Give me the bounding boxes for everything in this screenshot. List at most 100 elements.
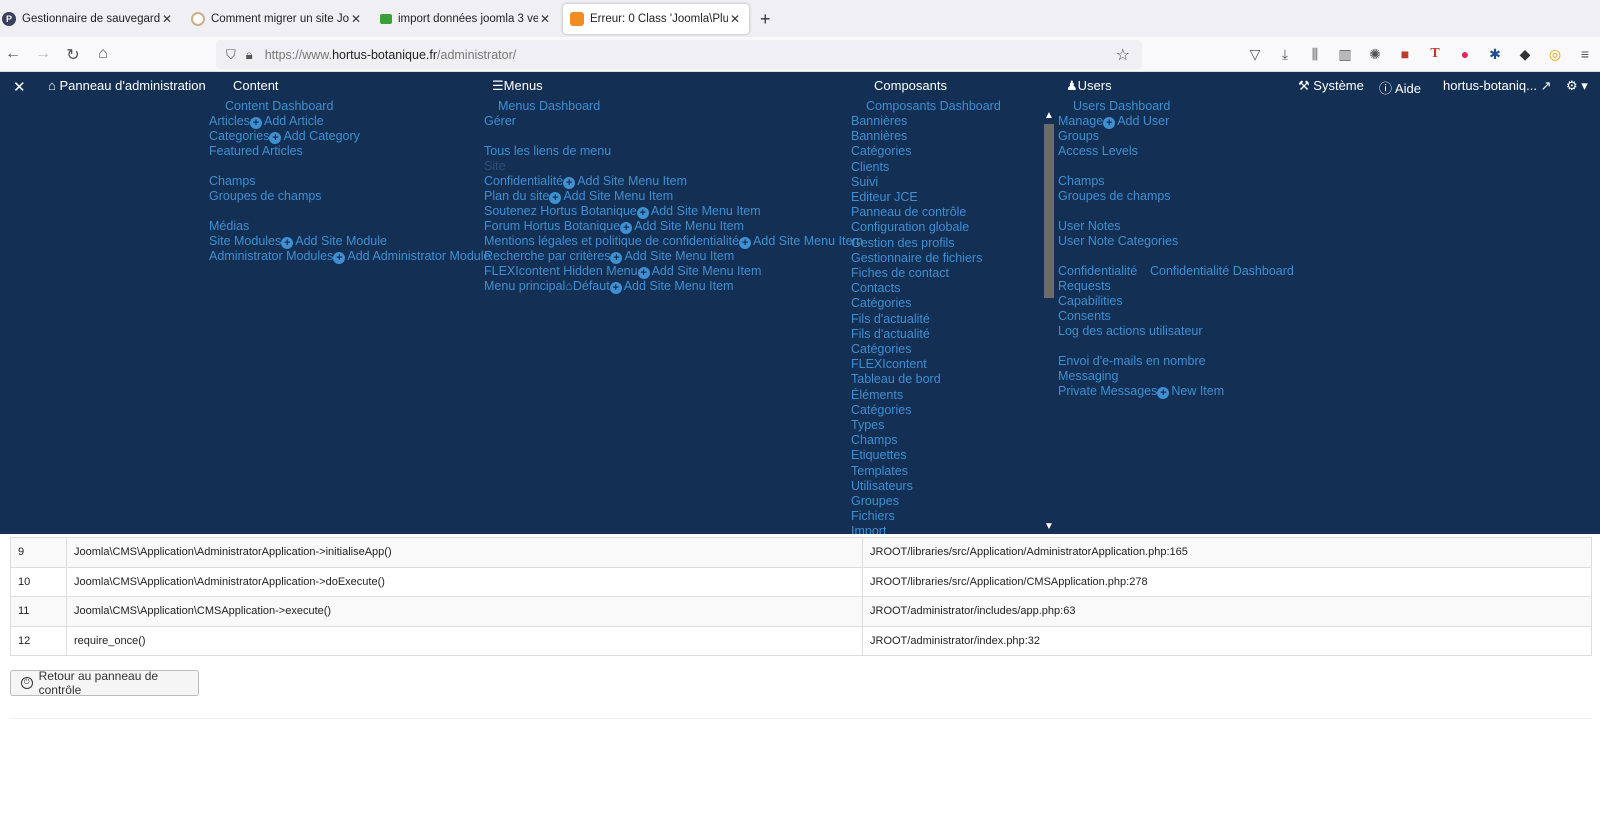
private-messages-link[interactable]: Private Messages [1058, 384, 1157, 398]
library-icon[interactable]: ⫼ [1306, 46, 1324, 63]
menu-item-link[interactable]: Forum Hortus Botanique [484, 219, 620, 233]
add-article-link[interactable]: Add Article [264, 114, 324, 128]
user-champs-link[interactable]: Champs [1058, 174, 1105, 189]
browser-tab[interactable]: import données joomla 3 vers 4 ✕ [380, 4, 552, 34]
composants-item-link[interactable]: FLEXIcontent [851, 357, 927, 372]
menu-item-link[interactable]: Confidentialité [484, 174, 563, 188]
composants-item-link[interactable]: Etiquettes [851, 448, 907, 463]
consents-link[interactable]: Consents [1058, 309, 1111, 324]
close-tab-icon[interactable]: ✕ [349, 12, 363, 26]
forward-icon[interactable]: → [33, 45, 53, 63]
nav-aide[interactable]: ⓘ Aide [1379, 78, 1421, 97]
shield-icon[interactable]: ⛉ [226, 47, 236, 63]
nav-systeme[interactable]: ⚒ Système [1298, 78, 1364, 94]
browser-tab[interactable]: Comment migrer un site Jooml ✕ [191, 4, 363, 34]
site-modules-link[interactable]: Site Modules [209, 234, 281, 248]
bookmark-star-icon[interactable]: ☆ [1116, 45, 1130, 65]
composants-item-link[interactable]: Catégories [851, 144, 911, 159]
nav-content[interactable]: Content [233, 78, 279, 93]
new-item-link[interactable]: New Item [1171, 384, 1224, 398]
composants-item-link[interactable]: Éléments [851, 388, 903, 403]
composants-item-link[interactable]: Templates [851, 464, 908, 479]
browser-tab[interactable]: P Gestionnaire de sauvegardes - P ✕ [2, 4, 174, 34]
add-menu-item-link[interactable]: Add Site Menu Item [624, 279, 734, 293]
download-icon[interactable]: ⤓ [1276, 46, 1294, 63]
composants-item-link[interactable]: Fils d'actualité [851, 312, 930, 327]
composants-item-link[interactable]: Types [851, 418, 884, 433]
add-menu-item-link[interactable]: Add Site Menu Item [624, 249, 734, 263]
browser-tab-active[interactable]: Erreur: 0 Class 'Joomla\Plugin\S ✕ [563, 4, 749, 34]
menu-item-link[interactable]: Soutenez Hortus Botanique [484, 204, 637, 218]
articles-link[interactable]: Articles [209, 114, 250, 128]
extension-icon[interactable]: ● [1456, 46, 1474, 62]
users-dashboard-link[interactable]: Users Dashboard [1073, 99, 1170, 114]
content-dashboard-link[interactable]: Content Dashboard [225, 99, 333, 114]
composants-item-link[interactable]: Clients [851, 160, 889, 175]
pocket-icon[interactable]: ▽ [1246, 46, 1264, 63]
groups-link[interactable]: Groups [1058, 129, 1099, 144]
sidebar-icon[interactable]: ▥ [1336, 46, 1354, 63]
menu-item-link[interactable]: Plan du site [484, 189, 549, 203]
gerer-link[interactable]: Gérer [484, 114, 516, 129]
composants-item-link[interactable]: Gestion des profils [851, 236, 955, 251]
add-site-module-link[interactable]: Add Site Module [295, 234, 387, 248]
composants-item-link[interactable]: Utilisateurs [851, 479, 913, 494]
url-text[interactable]: https://www.hortus-botanique.fr/administ… [265, 48, 517, 62]
extension-icon[interactable]: ◎ [1546, 46, 1564, 63]
tag-extension-icon[interactable]: ◆ [1516, 46, 1534, 63]
composants-dashboard-link[interactable]: Composants Dashboard [866, 99, 1001, 114]
composants-item-link[interactable]: Fiches de contact [851, 266, 949, 281]
composants-item-link[interactable]: Panneau de contrôle [851, 205, 966, 220]
close-tab-icon[interactable]: ✕ [160, 12, 174, 26]
confidentialite-dashboard-link[interactable]: Confidentialité Dashboard [1150, 264, 1294, 279]
extension-icon[interactable]: ✺ [1366, 46, 1384, 63]
composants-item-link[interactable]: Catégories [851, 403, 911, 418]
champs-link[interactable]: Champs [209, 174, 256, 189]
composants-item-link[interactable]: Fils d'actualité [851, 327, 930, 342]
mass-mail-link[interactable]: Envoi d'e-mails en nombre [1058, 354, 1206, 369]
access-levels-link[interactable]: Access Levels [1058, 144, 1138, 159]
settings-dropdown[interactable]: ⚙ ▾ [1566, 78, 1588, 94]
add-category-link[interactable]: Add Category [283, 129, 359, 143]
nav-home[interactable]: ⌂ Panneau d'administration [48, 78, 206, 93]
back-icon[interactable]: ← [3, 45, 23, 63]
composants-item-link[interactable]: Catégories [851, 296, 911, 311]
scrollbar[interactable]: ▲ ▼ [1042, 110, 1056, 532]
new-tab-icon[interactable]: + [760, 9, 771, 30]
add-menu-item-link[interactable]: Add Site Menu Item [652, 264, 762, 278]
menu-item-link[interactable]: Recherche par critères [484, 249, 610, 263]
manage-users-link[interactable]: Manage [1058, 114, 1103, 128]
add-menu-item-link[interactable]: Add Site Menu Item [577, 174, 687, 188]
composants-item-link[interactable]: Bannières [851, 114, 907, 129]
lock-icon[interactable]: 🔒︎ [246, 47, 253, 63]
add-menu-item-link[interactable]: Add Site Menu Item [651, 204, 761, 218]
nav-composants[interactable]: Composants [874, 78, 947, 93]
add-admin-module-link[interactable]: Add Administrator Module [347, 249, 490, 263]
user-groupes-champs-link[interactable]: Groupes de champs [1058, 189, 1171, 204]
composants-item-link[interactable]: Gestionnaire de fichiers [851, 251, 982, 266]
back-to-control-panel-button[interactable]: ⏻ Retour au panneau de contrôle [10, 669, 199, 697]
menu-item-link[interactable]: FLEXIcontent Hidden Menu [484, 264, 638, 278]
hamburger-menu-icon[interactable]: ≡ [1576, 46, 1594, 62]
add-menu-item-link[interactable]: Add Site Menu Item [634, 219, 744, 233]
composants-item-link[interactable]: Groupes [851, 494, 899, 509]
messaging-link[interactable]: Messaging [1058, 369, 1118, 384]
composants-item-link[interactable]: Contacts [851, 281, 900, 296]
composants-item-link[interactable]: Tableau de bord [851, 372, 941, 387]
scroll-down-icon[interactable]: ▼ [1042, 521, 1056, 532]
composants-item-link[interactable]: Editeur JCE [851, 190, 918, 205]
composants-item-link[interactable]: Fichiers [851, 509, 895, 524]
composants-item-link[interactable]: Bannières [851, 129, 907, 144]
pdf-extension-icon[interactable]: ■ [1396, 46, 1414, 62]
composants-item-link[interactable]: Champs [851, 433, 898, 448]
user-note-categories-link[interactable]: User Note Categories [1058, 234, 1178, 249]
close-tab-icon[interactable]: ✕ [728, 12, 742, 26]
extension-icon[interactable]: ✱ [1486, 46, 1504, 63]
address-bar[interactable]: ⛉ 🔒︎ https://www.hortus-botanique.fr/adm… [216, 40, 1142, 69]
menu-item-link[interactable]: Mentions légales et politique de confide… [484, 234, 739, 248]
text-extension-icon[interactable]: T [1426, 46, 1444, 62]
categories-link[interactable]: Categories [209, 129, 269, 143]
action-logs-link[interactable]: Log des actions utilisateur [1058, 324, 1203, 339]
reload-icon[interactable]: ↻ [63, 45, 83, 65]
tous-liens-link[interactable]: Tous les liens de menu [484, 144, 611, 159]
